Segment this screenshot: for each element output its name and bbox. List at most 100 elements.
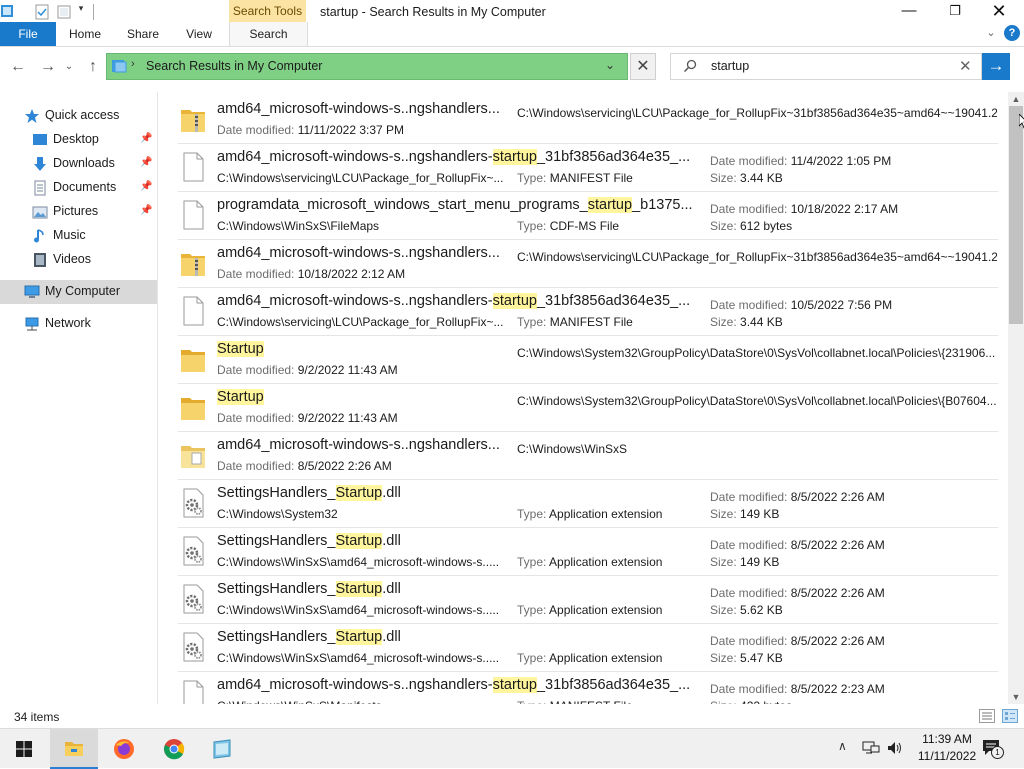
tab-home[interactable]: Home	[62, 22, 108, 46]
clock-time[interactable]: 11:39 AM	[912, 732, 982, 746]
network-status-icon[interactable]	[862, 741, 880, 755]
result-name[interactable]: SettingsHandlers_Startup.dll	[217, 485, 401, 501]
result-row[interactable]: amd64_microsoft-windows-s..ngshandlers-s…	[178, 144, 998, 192]
date-value: 9/2/2022 11:43 AM	[297, 411, 398, 425]
start-button[interactable]	[0, 729, 48, 769]
result-row[interactable]: SettingsHandlers_Startup.dll C:\Windows\S…	[178, 480, 998, 528]
breadcrumb[interactable]: Search Results in My Computer	[146, 59, 322, 73]
item-count: 34 items	[14, 710, 60, 724]
sidebar-item-my-computer[interactable]: My Computer	[0, 280, 157, 304]
clear-search-results-button[interactable]: ✕	[630, 53, 656, 80]
result-row[interactable]: Startup Date modified: 9/2/2022 11:43 AM C…	[178, 336, 998, 384]
result-name[interactable]: SettingsHandlers_Startup.dll	[217, 581, 401, 597]
result-name[interactable]: SettingsHandlers_Startup.dll	[217, 533, 401, 549]
pin-icon[interactable]: 📌	[140, 181, 152, 192]
date-modified-label: Date modified:	[710, 490, 788, 504]
result-folder-path: C:\Windows\System32\GroupPolicy\DataStor…	[517, 346, 996, 360]
sidebar-item-label: Pictures	[53, 204, 99, 218]
result-type: Type: MANIFEST File	[517, 315, 633, 329]
result-row[interactable]: programdata_microsoft_windows_start_menu…	[178, 192, 998, 240]
result-row[interactable]: SettingsHandlers_Startup.dll C:\Windows\W…	[178, 576, 998, 624]
result-date-modified: Date modified: 8/5/2022 2:23 AM	[710, 682, 885, 696]
new-folder-icon[interactable]	[56, 4, 72, 20]
result-name[interactable]: amd64_microsoft-windows-s..ngshandlers-s…	[217, 677, 690, 693]
result-row[interactable]: SettingsHandlers_Startup.dll C:\Windows\W…	[178, 528, 998, 576]
result-row[interactable]: amd64_microsoft-windows-s..ngshandlers..…	[178, 240, 998, 288]
maximize-button[interactable]: ❐	[932, 0, 978, 24]
result-name[interactable]: Startup	[217, 341, 264, 357]
explorer-app-icon[interactable]	[0, 3, 14, 19]
sidebar-item-music[interactable]: Music	[0, 224, 157, 248]
pin-icon[interactable]: 📌	[140, 157, 152, 168]
pictures-icon	[32, 206, 48, 219]
result-row[interactable]: SettingsHandlers_Startup.dll C:\Windows\W…	[178, 624, 998, 672]
search-query[interactable]: startup	[711, 59, 749, 73]
result-name[interactable]: Startup	[217, 389, 264, 405]
size-value: 5.62 KB	[740, 603, 783, 617]
taskbar-file-explorer[interactable]	[50, 729, 98, 769]
tab-share[interactable]: Share	[120, 22, 166, 46]
search-term-highlight: startup	[492, 293, 537, 309]
volume-icon[interactable]	[886, 740, 902, 756]
address-dropdown-icon[interactable]: ⌄	[605, 58, 615, 72]
details-view-icon[interactable]	[979, 709, 995, 723]
result-name[interactable]: amd64_microsoft-windows-s..ngshandlers..…	[217, 101, 500, 117]
result-row[interactable]: amd64_microsoft-windows-s..ngshandlers-s…	[178, 288, 998, 336]
sidebar-item-pictures[interactable]: Pictures 📌	[0, 200, 157, 224]
address-bar[interactable]: › Search Results in My Computer ⌄	[106, 53, 628, 80]
tab-search[interactable]: Search	[229, 22, 308, 46]
size-value: 149 KB	[740, 555, 780, 569]
clock-date[interactable]: 11/11/2022	[912, 749, 982, 763]
minimize-button[interactable]: ―	[886, 0, 932, 24]
result-row[interactable]: amd64_microsoft-windows-s..ngshandlers..…	[178, 96, 998, 144]
tab-view[interactable]: View	[176, 22, 222, 46]
back-arrow-icon[interactable]: ←	[8, 57, 28, 77]
result-name[interactable]: amd64_microsoft-windows-s..ngshandlers-s…	[217, 293, 690, 309]
show-hidden-icons-icon[interactable]: ∧	[838, 739, 847, 753]
customize-qat-icon[interactable]: ▾	[76, 0, 86, 16]
content-view-icon[interactable]	[1002, 709, 1018, 723]
sidebar-item-quick-access[interactable]: Quick access	[0, 104, 157, 128]
result-name[interactable]: amd64_microsoft-windows-s..ngshandlers-s…	[217, 149, 690, 165]
tab-file[interactable]: File	[0, 22, 56, 46]
scrollbar-thumb[interactable]	[1009, 106, 1023, 324]
taskbar-firefox[interactable]	[100, 729, 148, 769]
action-center-icon[interactable]: 1	[982, 739, 1004, 759]
result-name[interactable]: amd64_microsoft-windows-s..ngshandlers..…	[217, 437, 500, 453]
sidebar-item-downloads[interactable]: Downloads 📌	[0, 152, 157, 176]
forward-arrow-icon[interactable]: →	[38, 57, 58, 77]
result-row[interactable]: Startup Date modified: 9/2/2022 11:43 AM C…	[178, 384, 998, 432]
pin-icon[interactable]: 📌	[140, 133, 152, 144]
result-name-suffix: _31bf3856ad364e35_...	[536, 677, 691, 693]
result-row[interactable]: amd64_microsoft-windows-s..ngshandlers..…	[178, 432, 998, 480]
breadcrumb-chevron-icon[interactable]: ›	[131, 58, 135, 70]
scroll-down-arrow-icon[interactable]: ▼	[1008, 690, 1024, 704]
result-name[interactable]: programdata_microsoft_windows_start_menu…	[217, 197, 693, 213]
taskbar-app[interactable]	[198, 729, 246, 769]
sidebar-item-network[interactable]: Network	[0, 312, 157, 336]
properties-icon[interactable]	[34, 4, 50, 20]
search-go-button[interactable]: →	[982, 53, 1010, 80]
search-term-highlight: Startup	[335, 629, 383, 645]
expand-ribbon-icon[interactable]: ⌄	[984, 26, 998, 40]
sidebar-item-desktop[interactable]: Desktop 📌	[0, 128, 157, 152]
result-size: Size: 149 KB	[710, 555, 779, 569]
vertical-scrollbar[interactable]: ▲ ▼	[1008, 92, 1024, 704]
pin-icon[interactable]: 📌	[140, 205, 152, 216]
close-button[interactable]: ✕	[976, 0, 1022, 24]
result-name[interactable]: SettingsHandlers_Startup.dll	[217, 629, 401, 645]
up-arrow-icon[interactable]: ↑	[83, 57, 103, 77]
result-date-modified: Date modified: 10/18/2022 2:17 AM	[710, 202, 898, 216]
date-modified-label: Date modified:	[217, 459, 295, 473]
sidebar-item-documents[interactable]: Documents 📌	[0, 176, 157, 200]
search-input[interactable]: startup ✕	[670, 53, 982, 80]
clear-search-icon[interactable]: ✕	[959, 57, 972, 75]
result-name[interactable]: amd64_microsoft-windows-s..ngshandlers..…	[217, 245, 500, 261]
result-row[interactable]: amd64_microsoft-windows-s..ngshandlers-s…	[178, 672, 998, 704]
recent-locations-icon[interactable]: ⌄	[62, 57, 76, 77]
taskbar-chrome[interactable]	[150, 729, 198, 769]
sidebar-item-videos[interactable]: Videos	[0, 248, 157, 272]
scroll-up-arrow-icon[interactable]: ▲	[1008, 92, 1024, 106]
result-name-prefix: amd64_microsoft-windows-s..ngshandlers..…	[217, 101, 500, 117]
help-icon[interactable]: ?	[1004, 25, 1020, 41]
